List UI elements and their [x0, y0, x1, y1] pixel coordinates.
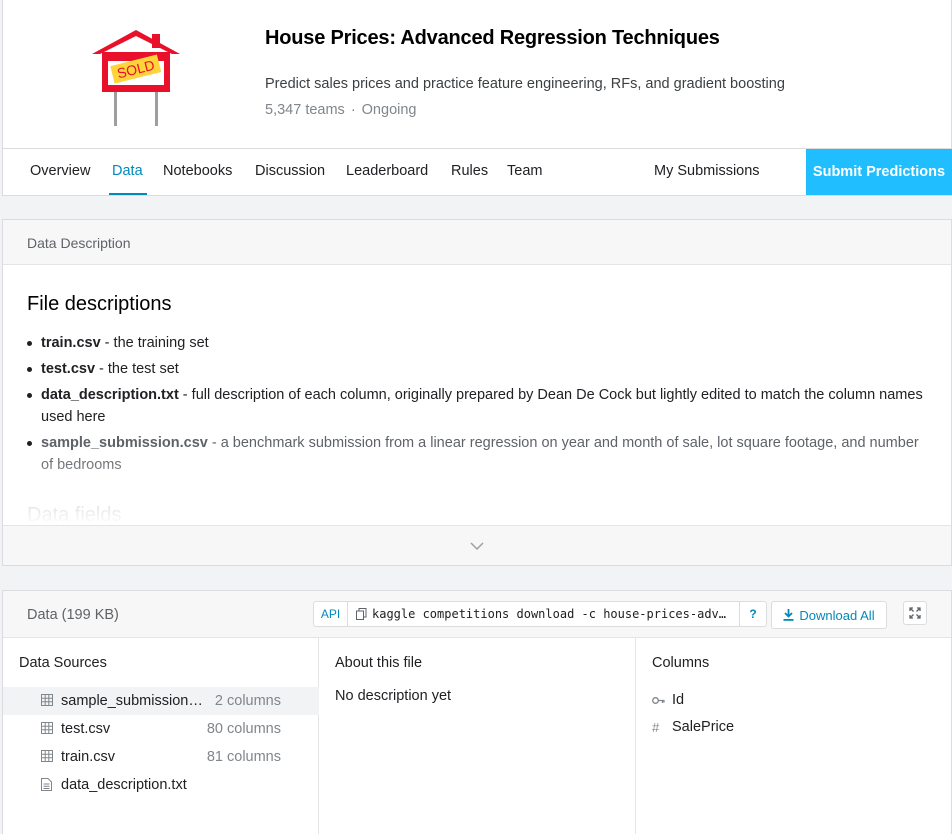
tab-leaderboard[interactable]: Leaderboard: [346, 163, 428, 179]
data-files-card: Data (199 KB) API kaggle competitions do…: [2, 590, 952, 834]
data-sources-title: Data Sources: [19, 655, 107, 671]
tab-overview[interactable]: Overview: [30, 163, 90, 179]
key-icon: [652, 696, 672, 705]
data-size-label: Data (199 KB): [27, 607, 119, 623]
data-source-name: sample_submission…: [61, 693, 203, 709]
data-description-header: Data Description: [3, 220, 951, 265]
list-item: data_description.txt - full description …: [27, 384, 927, 428]
tab-data[interactable]: Data: [112, 163, 143, 179]
about-file-panel: About this file No description yet: [319, 638, 636, 834]
table-icon: [41, 722, 53, 738]
column-item-id[interactable]: Id: [652, 692, 684, 708]
table-icon: [41, 750, 53, 766]
column-name: Id: [672, 692, 685, 708]
list-item: test.csv - the test set: [27, 358, 927, 380]
competition-status: Ongoing: [361, 102, 417, 118]
chevron-down-icon: [470, 541, 484, 550]
page-subtitle: Predict sales prices and practice featur…: [265, 76, 785, 92]
data-source-count: 80 columns: [206, 721, 281, 737]
about-file-text: No description yet: [335, 688, 452, 704]
api-button[interactable]: API: [314, 602, 348, 626]
download-icon: [783, 609, 794, 621]
data-source-test[interactable]: test.csv 80 columns: [3, 715, 319, 743]
submit-predictions-button[interactable]: Submit Predictions: [806, 149, 952, 195]
data-files-header: Data (199 KB) API kaggle competitions do…: [3, 591, 951, 638]
tab-rules[interactable]: Rules: [451, 163, 488, 179]
download-all-button[interactable]: Download All: [771, 601, 887, 629]
expand-icon: [909, 607, 921, 619]
data-description-card: Data Description File descriptions train…: [2, 219, 952, 566]
competition-meta: 5,347 teams · Ongoing: [265, 102, 416, 118]
competition-header: SOLD House Prices: Advanced Regression T…: [2, 0, 952, 196]
hash-icon: #: [652, 719, 660, 735]
file-description-list: train.csv - the training set test.csv - …: [27, 332, 927, 476]
api-command-group: API kaggle competitions download -c hous…: [313, 601, 767, 627]
data-source-name: data_description.txt: [61, 777, 187, 793]
tab-discussion[interactable]: Discussion: [255, 163, 325, 179]
data-source-name: test.csv: [61, 721, 111, 737]
tab-team[interactable]: Team: [507, 163, 542, 179]
list-item: train.csv - the training set: [27, 332, 927, 354]
data-source-name: train.csv: [61, 749, 115, 765]
sold-house-logo: SOLD: [92, 30, 180, 126]
page-title: House Prices: Advanced Regression Techni…: [265, 27, 720, 49]
meta-separator: ·: [350, 102, 356, 118]
columns-panel: Columns Id # SalePrice: [636, 638, 951, 834]
api-command-text: kaggle competitions download -c house-pr…: [372, 607, 727, 621]
expand-description-button[interactable]: [3, 525, 951, 565]
active-tab-indicator: [109, 193, 147, 195]
team-count: 5,347 teams: [265, 102, 345, 118]
data-source-data-description[interactable]: data_description.txt: [3, 771, 319, 799]
my-submissions-link[interactable]: My Submissions: [654, 163, 760, 179]
data-source-train[interactable]: train.csv 81 columns: [3, 743, 319, 771]
fullscreen-button[interactable]: [903, 601, 927, 625]
file-descriptions-heading: File descriptions: [27, 293, 172, 315]
copy-icon: [356, 608, 367, 620]
tab-notebooks[interactable]: Notebooks: [163, 163, 232, 179]
file-icon: [41, 778, 52, 795]
columns-title: Columns: [652, 655, 710, 671]
download-all-label: Download All: [799, 607, 875, 623]
list-item: sample_submission.csv - a benchmark subm…: [27, 432, 927, 476]
data-fields-heading: Data fields: [27, 504, 122, 525]
api-help-button[interactable]: ?: [740, 602, 766, 626]
column-item-saleprice[interactable]: # SalePrice: [652, 719, 734, 735]
data-source-count: 81 columns: [206, 749, 281, 765]
about-file-title: About this file: [335, 655, 423, 671]
tab-bar: Overview Data Notebooks Discussion Leade…: [3, 148, 952, 195]
data-source-count: 2 columns: [214, 693, 281, 709]
data-source-sample-submission[interactable]: sample_submission… 2 columns: [3, 687, 319, 715]
data-sources-panel: Data Sources sample_submission… 2 column…: [3, 638, 319, 834]
data-description-body: File descriptions train.csv - the traini…: [3, 265, 951, 525]
column-name: SalePrice: [672, 719, 735, 735]
table-icon: [41, 694, 53, 710]
api-command-copy[interactable]: kaggle competitions download -c house-pr…: [348, 602, 740, 626]
